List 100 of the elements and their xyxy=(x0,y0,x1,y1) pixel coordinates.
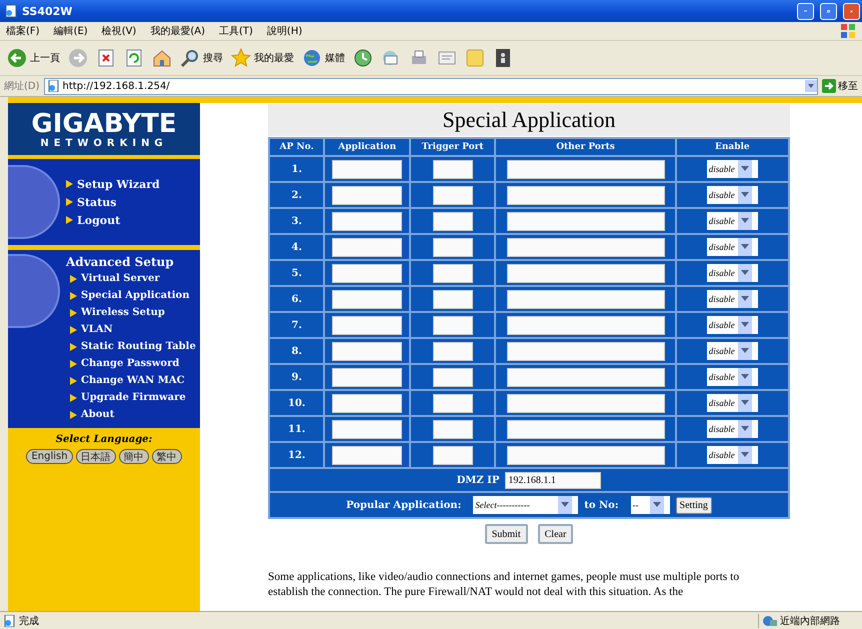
input-field[interactable] xyxy=(332,264,402,282)
dropdown[interactable]: disable xyxy=(706,290,758,308)
sidebar-link[interactable]: About xyxy=(66,407,196,423)
sidebar-link[interactable]: VLAN xyxy=(66,322,196,338)
dropdown[interactable]: Select----------- xyxy=(473,496,578,514)
triangle-bullet-icon xyxy=(66,216,73,224)
input-field[interactable] xyxy=(506,446,665,464)
globe-icon xyxy=(302,48,322,68)
dropdown[interactable]: disable xyxy=(706,160,758,178)
sidebar-link[interactable]: Wireless Setup xyxy=(66,305,196,321)
dropdown[interactable]: disable xyxy=(706,394,758,412)
language-button[interactable]: English xyxy=(26,449,73,464)
input-field[interactable] xyxy=(506,368,665,386)
setting-button[interactable]: Setting xyxy=(676,496,712,514)
input-field[interactable] xyxy=(506,186,665,204)
sidebar-link[interactable]: Logout xyxy=(66,212,160,228)
menu-item[interactable]: 檔案(F) xyxy=(6,24,40,38)
dmz-ip-field[interactable]: 192.168.1.1 xyxy=(505,472,602,488)
sidebar-link[interactable]: Static Routing Table xyxy=(66,339,196,355)
language-button[interactable]: 繁中 xyxy=(152,449,182,464)
close-button[interactable] xyxy=(843,2,860,20)
dropdown[interactable]: disable xyxy=(706,368,758,386)
toolbar-button[interactable]: 我的最愛 xyxy=(230,47,295,69)
menu-item[interactable]: 我的最愛(A) xyxy=(150,24,205,38)
input-field[interactable] xyxy=(432,290,473,308)
input-field[interactable] xyxy=(506,160,665,178)
input-field[interactable] xyxy=(506,212,665,230)
input-field[interactable] xyxy=(332,212,402,230)
sidebar-link[interactable]: Special Application xyxy=(66,288,196,304)
dropdown[interactable]: disable xyxy=(706,342,758,360)
input-field[interactable] xyxy=(332,316,402,334)
sidebar-link[interactable]: Change Password xyxy=(66,356,196,372)
go-button[interactable]: 移至 xyxy=(822,79,858,93)
toolbar-button[interactable]: 搜尋 xyxy=(179,47,224,69)
star-icon xyxy=(231,48,251,68)
row-number: 1. xyxy=(270,157,324,181)
dropdown-arrow-icon xyxy=(740,296,749,302)
row-number: 12. xyxy=(270,443,324,467)
input-field[interactable] xyxy=(506,342,665,360)
row-number: 3. xyxy=(270,209,324,233)
input-field[interactable] xyxy=(332,342,402,360)
sidebar-link[interactable]: Status xyxy=(66,194,160,210)
menu-item[interactable]: 編輯(E) xyxy=(54,24,88,38)
input-field[interactable] xyxy=(332,420,402,438)
input-field[interactable] xyxy=(432,212,473,230)
input-field[interactable] xyxy=(432,264,473,282)
sidebar-link[interactable]: Upgrade Firmware xyxy=(66,390,196,406)
input-field[interactable] xyxy=(332,368,402,386)
row-number: 2. xyxy=(270,183,324,207)
input-field[interactable] xyxy=(432,446,473,464)
input-field[interactable] xyxy=(432,316,473,334)
menu-item[interactable]: 工具(T) xyxy=(219,24,253,38)
dropdown[interactable]: disable xyxy=(706,186,758,204)
dropdown[interactable]: disable xyxy=(706,316,758,334)
dropdown[interactable]: disable xyxy=(706,212,758,230)
input-field[interactable] xyxy=(432,368,473,386)
clear-button[interactable]: Clear xyxy=(538,524,574,544)
dropdown[interactable]: disable xyxy=(706,264,758,282)
toolbar-button[interactable] xyxy=(352,47,374,69)
input-field[interactable] xyxy=(506,290,665,308)
input-field[interactable] xyxy=(506,238,665,256)
row-number: 7. xyxy=(270,313,324,337)
input-field[interactable] xyxy=(332,290,402,308)
input-field[interactable] xyxy=(432,394,473,412)
section-title: Advanced Setup xyxy=(66,254,175,270)
dropdown[interactable]: disable xyxy=(706,446,758,464)
sidebar-link[interactable]: Change WAN MAC xyxy=(66,373,196,389)
submit-button[interactable]: Submit xyxy=(484,524,528,544)
input-field[interactable] xyxy=(332,160,402,178)
input-field[interactable] xyxy=(332,186,402,204)
toolbar-button[interactable]: 媒體 xyxy=(301,47,346,69)
search-icon xyxy=(180,48,200,68)
input-field[interactable] xyxy=(432,160,473,178)
minimize-button[interactable] xyxy=(797,2,814,20)
input-field[interactable] xyxy=(506,420,665,438)
input-field[interactable] xyxy=(432,420,473,438)
triangle-bullet-icon xyxy=(66,180,73,188)
input-field[interactable] xyxy=(332,238,402,256)
column-header: Enable xyxy=(676,139,788,155)
menu-item[interactable]: 說明(H) xyxy=(266,24,302,38)
dropdown[interactable]: disable xyxy=(706,238,758,256)
input-field[interactable] xyxy=(506,316,665,334)
input-field[interactable] xyxy=(332,446,402,464)
dropdown[interactable]: disable xyxy=(706,420,758,438)
restore-button[interactable] xyxy=(820,2,837,20)
language-button[interactable]: 簡中 xyxy=(118,449,149,464)
toolbar-button[interactable]: 上一頁 xyxy=(6,47,61,69)
input-field[interactable] xyxy=(506,264,665,282)
menu-item[interactable]: 檢視(V) xyxy=(102,24,136,38)
input-field[interactable] xyxy=(332,394,402,412)
sidebar-link[interactable]: Virtual Server xyxy=(66,271,196,287)
dropdown[interactable]: -- xyxy=(630,496,670,514)
page-title: Special Application xyxy=(268,104,790,136)
input-field[interactable] xyxy=(432,186,473,204)
sidebar-link[interactable]: Setup Wizard xyxy=(66,176,160,192)
input-field[interactable] xyxy=(432,238,473,256)
address-field[interactable]: http://192.168.1.254/ xyxy=(44,78,818,94)
input-field[interactable] xyxy=(432,342,473,360)
language-button[interactable]: 日本語 xyxy=(76,449,116,464)
input-field[interactable] xyxy=(506,394,665,412)
